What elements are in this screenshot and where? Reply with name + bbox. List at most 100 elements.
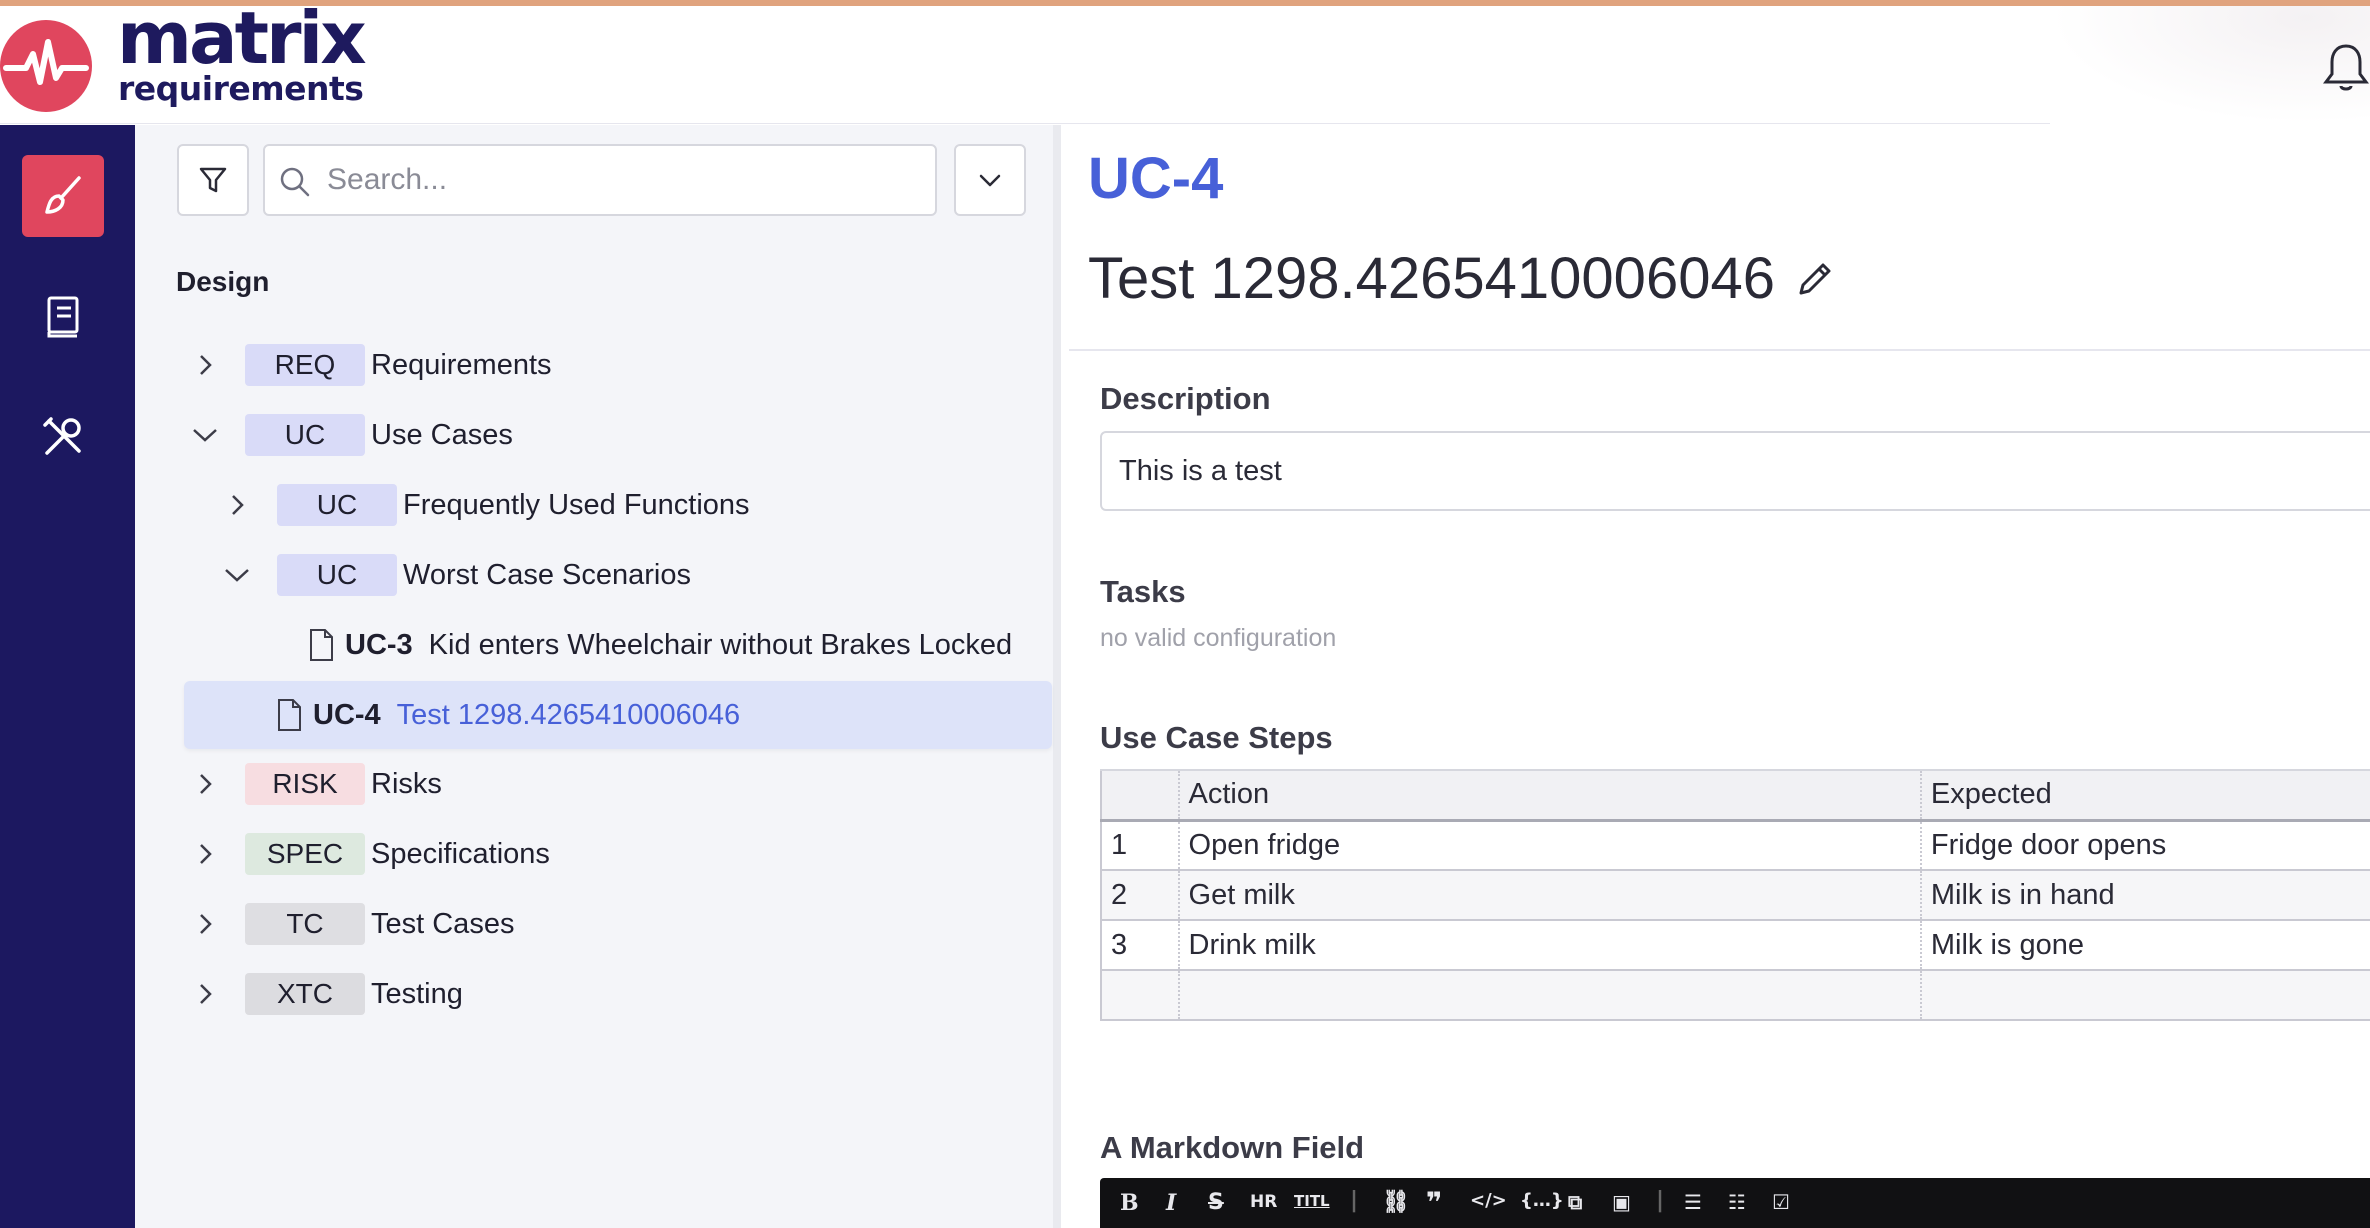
filter-button[interactable] — [177, 144, 249, 216]
nav-documents-button[interactable] — [22, 275, 104, 357]
chevron-right-icon[interactable] — [187, 766, 223, 802]
description-field[interactable]: This is a test — [1100, 431, 2370, 511]
table-cell[interactable]: Milk is gone — [1919, 920, 2370, 971]
category-badge: XTC — [245, 973, 365, 1015]
table-cell[interactable]: 1 — [1100, 820, 1179, 871]
chevron-right-icon[interactable] — [187, 836, 223, 872]
left-nav — [0, 125, 135, 1228]
item-title-text: Test 1298.4265410006046 — [1088, 246, 1775, 311]
chevron-right-icon[interactable] — [219, 487, 255, 523]
table-header-row: Action Expected — [1100, 769, 2370, 822]
chevron-down-icon — [979, 174, 1001, 187]
nav-admin-button[interactable] — [22, 396, 104, 478]
table-cell[interactable]: 2 — [1100, 870, 1179, 921]
tree-label: Frequently Used Functions — [403, 488, 750, 521]
item-title: Test 1298.4265410006046 — [1088, 245, 1837, 312]
tools-icon — [43, 417, 81, 455]
tree-options-dropdown[interactable] — [954, 144, 1026, 216]
checklist-icon[interactable]: ☑ — [1772, 1190, 1790, 1214]
italic-icon[interactable]: I — [1166, 1190, 1176, 1216]
table-cell[interactable] — [1100, 970, 1179, 1021]
tree-folder-spec[interactable]: SPEC Specifications — [187, 822, 550, 886]
quote-icon[interactable]: ❞ — [1426, 1186, 1442, 1219]
tree-label: Testing — [371, 977, 463, 1010]
code-icon[interactable]: </> — [1470, 1190, 1507, 1211]
tree-folder-tc[interactable]: TC Test Cases — [187, 892, 514, 956]
document-icon — [310, 629, 333, 661]
tree-folder-req[interactable]: REQ Requirements — [187, 333, 552, 397]
category-badge: UC — [245, 414, 365, 456]
bullet-list-icon[interactable]: ☰ — [1684, 1190, 1702, 1214]
table-cell[interactable]: Fridge door opens — [1919, 820, 2370, 871]
table-cell[interactable]: 3 — [1100, 920, 1179, 971]
chevron-down-icon[interactable] — [187, 417, 223, 453]
filter-icon — [199, 167, 227, 193]
nav-design-button[interactable] — [22, 155, 104, 237]
chevron-right-icon[interactable] — [187, 906, 223, 942]
logo-mark[interactable] — [0, 20, 92, 112]
table-cell[interactable]: Open fridge — [1177, 820, 1921, 871]
code-block-icon[interactable]: {…} — [1520, 1190, 1564, 1211]
tree-label: Risks — [371, 767, 442, 800]
paintbrush-icon — [45, 176, 81, 214]
strikethrough-icon[interactable]: S — [1208, 1190, 1224, 1215]
table-cell[interactable]: Milk is in hand — [1919, 870, 2370, 921]
horizontal-rule-icon[interactable]: HR — [1250, 1192, 1277, 1212]
table-cell[interactable] — [1919, 970, 2370, 1021]
search-input[interactable] — [327, 156, 917, 204]
column-header[interactable]: Expected — [1919, 769, 2370, 822]
category-badge: REQ — [245, 344, 365, 386]
table-cell[interactable] — [1177, 970, 1921, 1021]
category-badge: TC — [245, 903, 365, 945]
tree-panel: Design REQ Requirements UC Use Cases UC … — [135, 125, 1061, 1228]
chevron-right-icon[interactable] — [187, 976, 223, 1012]
tree-label: Kid enters Wheelchair without Brakes Loc… — [428, 628, 1013, 661]
tasks-value: no valid configuration — [1100, 624, 1337, 652]
embed-icon[interactable]: ⧉ — [1568, 1190, 1582, 1214]
title-icon[interactable]: TITL — [1294, 1192, 1330, 1210]
tree-label: Specifications — [371, 837, 550, 870]
tree-label: Requirements — [371, 348, 552, 381]
table-row: 3 Drink milk Milk is gone — [1100, 920, 2370, 971]
use-case-steps-label: Use Case Steps — [1100, 720, 1333, 755]
tree-label: Test Cases — [371, 907, 515, 940]
numbered-list-icon[interactable]: ☷ — [1728, 1190, 1746, 1214]
category-badge: RISK — [245, 763, 365, 805]
table-row: 2 Get milk Milk is in hand — [1100, 870, 2370, 921]
app-header: matrix requirements — [0, 2, 2370, 124]
table-cell[interactable]: Get milk — [1177, 870, 1921, 921]
markdown-field-label: A Markdown Field — [1100, 1130, 1365, 1165]
tree-label: Use Cases — [371, 418, 513, 451]
item-detail-panel: UC-4 Test 1298.4265410006046 Description… — [1069, 125, 2370, 1228]
tree-folder-worst-case[interactable]: UC Worst Case Scenarios — [219, 543, 691, 607]
pencil-icon[interactable] — [1793, 257, 1837, 301]
heartbeat-icon — [3, 39, 89, 85]
tree-folder-xtc[interactable]: XTC Testing — [187, 962, 463, 1026]
category-badge: SPEC — [245, 833, 365, 875]
toolbar-separator: | — [1656, 1188, 1665, 1213]
markdown-toolbar: B I S HR TITL | ⛓ ❞ </> {…} ⧉ ▣ | ☰ ☷ ☑ — [1100, 1178, 2370, 1228]
toolbar-separator: | — [1350, 1188, 1359, 1213]
category-badge: UC — [277, 484, 397, 526]
use-case-steps-table: Action Expected 1 Open fridge Fridge doo… — [1100, 769, 2370, 1021]
chevron-right-icon[interactable] — [187, 347, 223, 383]
table-row: 1 Open fridge Fridge door opens — [1100, 820, 2370, 871]
book-icon — [47, 296, 79, 338]
chevron-down-icon[interactable] — [219, 557, 255, 593]
image-icon[interactable]: ▣ — [1612, 1190, 1631, 1214]
search-box — [263, 144, 937, 216]
tree-item-uc-4[interactable]: UC-4 Test 1298.4265410006046 — [275, 683, 740, 747]
tree-folder-frequently-used[interactable]: UC Frequently Used Functions — [219, 473, 750, 537]
tree-item-uc-3[interactable]: UC-3 Kid enters Wheelchair without Brake… — [307, 613, 1012, 677]
category-badge: UC — [277, 554, 397, 596]
bold-icon[interactable]: B — [1120, 1190, 1139, 1216]
column-header[interactable]: Action — [1177, 769, 1921, 822]
logo-text-matrix: matrix — [117, 0, 367, 80]
tree-folder-uc[interactable]: UC Use Cases — [187, 403, 513, 467]
tree-label: Test 1298.4265410006046 — [396, 698, 741, 731]
tree-folder-risk[interactable]: RISK Risks — [187, 752, 442, 816]
table-cell[interactable]: Drink milk — [1177, 920, 1921, 971]
search-icon — [280, 167, 310, 197]
bell-icon[interactable] — [2322, 42, 2370, 94]
link-icon[interactable]: ⛓ — [1382, 1190, 1410, 1215]
